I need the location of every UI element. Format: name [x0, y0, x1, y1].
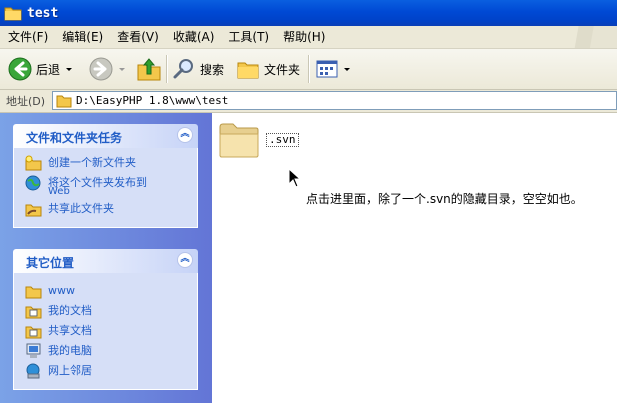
menu-file[interactable]: 文件(F): [0, 27, 55, 47]
back-arrow-icon: [8, 57, 32, 81]
task-publish-web[interactable]: 将这个文件夹发布到 Web: [25, 175, 197, 200]
file-list[interactable]: .svn 点击进里面，除了一个.svn的隐藏目录，空空如也。: [212, 113, 617, 403]
annotation-text: 点击进里面，除了一个.svn的隐藏目录，空空如也。: [306, 192, 583, 206]
file-item-svn[interactable]: .svn: [218, 121, 299, 159]
forward-dropdown-icon[interactable]: [119, 67, 125, 71]
address-bar: 地址(D) D:\EasyPHP 1.8\www\test: [0, 90, 617, 113]
other-places-header[interactable]: 其它位置 ︽: [13, 249, 198, 273]
address-input[interactable]: D:\EasyPHP 1.8\www\test: [52, 91, 617, 110]
search-icon: [173, 59, 193, 79]
place-network[interactable]: 网上邻居: [25, 363, 197, 382]
place-www-label: www: [48, 284, 75, 297]
other-places-panel: 其它位置 ︽ www 我的文档 共享文档 我的电脑 网上邻居: [13, 249, 198, 390]
task-share-folder-label: 共享此文件夹: [48, 202, 114, 215]
task-new-folder-label: 创建一个新文件夹: [48, 156, 136, 169]
place-network-label: 网上邻居: [48, 364, 92, 377]
place-my-documents-label: 我的文档: [48, 304, 92, 317]
publish-web-icon: [25, 175, 41, 191]
file-tasks-panel: 文件和文件夹任务 ︽ 创建一个新文件夹 将这个文件夹发布到 Web 共享此文件夹: [13, 124, 198, 228]
toolbar-separator: [308, 55, 310, 83]
views-icon: [316, 60, 338, 78]
folder-icon: [25, 286, 42, 299]
folder-icon: [219, 123, 259, 158]
my-documents-icon: [25, 306, 42, 319]
collapse-icon[interactable]: ︽: [177, 127, 193, 143]
collapse-icon[interactable]: ︽: [177, 252, 193, 268]
forward-button[interactable]: [89, 55, 125, 83]
place-my-documents[interactable]: 我的文档: [25, 303, 197, 322]
task-new-folder[interactable]: 创建一个新文件夹: [25, 155, 197, 174]
back-dropdown-icon[interactable]: [66, 67, 73, 71]
my-computer-icon: [26, 343, 41, 358]
menu-view[interactable]: 查看(V): [110, 27, 166, 47]
file-tasks-title: 文件和文件夹任务: [26, 131, 123, 145]
toolbar: 后退 搜索 文件夹: [0, 49, 617, 90]
back-button[interactable]: 后退: [8, 55, 73, 83]
title-bar[interactable]: test: [0, 0, 617, 26]
folders-icon: [237, 62, 259, 79]
place-shared-documents-label: 共享文档: [48, 324, 92, 337]
file-tasks-header[interactable]: 文件和文件夹任务 ︽: [13, 124, 198, 148]
place-my-computer[interactable]: 我的电脑: [25, 343, 197, 362]
shared-documents-icon: [25, 326, 42, 339]
folders-button[interactable]: 文件夹: [236, 55, 300, 83]
menu-bar: 文件(F) 编辑(E) 查看(V) 收藏(A) 工具(T) 帮助(H): [0, 26, 617, 49]
views-dropdown-icon[interactable]: [344, 67, 350, 71]
menu-help[interactable]: 帮助(H): [276, 27, 332, 47]
file-item-svn-name: .svn: [266, 133, 299, 147]
window-title: test: [27, 5, 59, 21]
up-button[interactable]: [136, 55, 162, 83]
menu-favorites[interactable]: 收藏(A): [166, 27, 222, 47]
folders-label: 文件夹: [264, 62, 301, 77]
network-places-icon: [26, 363, 40, 379]
folder-icon: [4, 7, 22, 21]
forward-arrow-icon: [89, 57, 113, 81]
views-button[interactable]: [316, 55, 350, 83]
folder-icon: [56, 95, 72, 107]
mouse-cursor-icon: [288, 168, 302, 188]
address-label: 地址(D): [6, 95, 46, 108]
folder-up-icon: [137, 58, 161, 81]
search-button[interactable]: 搜索: [172, 55, 224, 83]
place-shared-documents[interactable]: 共享文档: [25, 323, 197, 342]
toolbar-separator: [166, 55, 168, 83]
search-label: 搜索: [200, 62, 225, 77]
task-publish-web-label-2: Web: [48, 186, 70, 197]
menu-edit[interactable]: 编辑(E): [55, 27, 110, 47]
back-label: 后退: [36, 62, 61, 77]
address-path: D:\EasyPHP 1.8\www\test: [76, 94, 229, 107]
task-share-folder[interactable]: 共享此文件夹: [25, 201, 197, 220]
place-my-computer-label: 我的电脑: [48, 344, 92, 357]
windows-logo: [560, 26, 617, 48]
place-www[interactable]: www: [25, 283, 197, 302]
share-folder-icon: [25, 204, 42, 217]
task-pane: 文件和文件夹任务 ︽ 创建一个新文件夹 将这个文件夹发布到 Web 共享此文件夹…: [0, 113, 212, 403]
new-folder-icon: [25, 155, 42, 171]
other-places-title: 其它位置: [26, 256, 75, 270]
menu-tools[interactable]: 工具(T): [221, 27, 276, 47]
